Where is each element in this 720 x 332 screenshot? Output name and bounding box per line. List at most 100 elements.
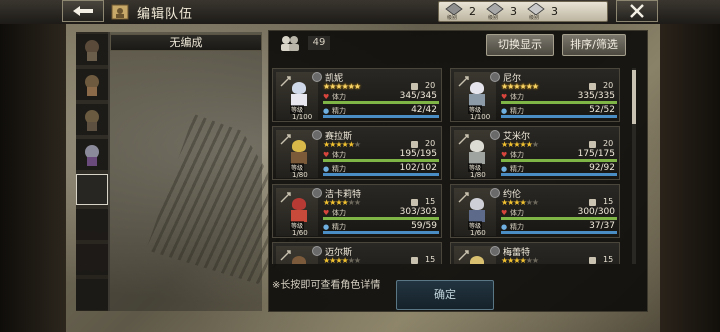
awakening-icon: [411, 83, 418, 90]
mp-label: 精力: [510, 165, 524, 173]
hp-row: ♥ 体力 335/335: [501, 91, 617, 105]
hp-label: 体力: [510, 209, 524, 217]
evolution-count: 15: [603, 255, 614, 264]
hp-label: 体力: [510, 93, 524, 101]
element-icon: [490, 72, 500, 82]
confirm-button[interactable]: 确定: [396, 280, 494, 310]
party-slot-7[interactable]: [76, 244, 108, 275]
currency-item-2: 级别 3: [486, 2, 517, 21]
heart-icon: ♥: [501, 209, 508, 217]
mp-value: 52/52: [589, 105, 615, 115]
mp-row: ● 精力 52/52: [501, 105, 617, 119]
currency-grade-label: 级别: [529, 14, 540, 21]
unit-card[interactable]: 等级 1/60 约伦 ★★★★★★ 15 ♥ 体力 300/300 ● 精力 3…: [450, 184, 620, 238]
drop-icon: ●: [501, 165, 508, 173]
element-icon: [490, 188, 500, 198]
level-value: 1/100: [470, 113, 491, 121]
hp-row: ♥ 体力 345/345: [323, 92, 439, 105]
mp-value: 42/42: [411, 105, 437, 115]
unit-card[interactable]: 等级 1/100 凯妮 ★★★★★★ 20 ♥ 体力 345/345 ● 精力 …: [272, 68, 442, 122]
mp-row: ● 精力 92/92: [501, 164, 617, 177]
hp-row: ♥ 体力 195/195: [323, 150, 439, 163]
party-slot-8[interactable]: [76, 279, 108, 310]
mp-bar: [323, 173, 439, 176]
right-frame: [660, 24, 720, 332]
unit-sprite-head: [470, 82, 484, 94]
currency-grade-label: 级别: [447, 14, 458, 21]
hp-value: 335/335: [577, 91, 615, 101]
evolution-count: 20: [603, 81, 614, 90]
party-slot-4[interactable]: [76, 139, 108, 170]
back-button[interactable]: [62, 0, 104, 22]
element-icon: [312, 72, 322, 82]
element-icon: [490, 246, 500, 256]
party-slot-1[interactable]: [76, 34, 108, 65]
evolution-count: 15: [603, 197, 614, 206]
hint-text: ※长按即可查看角色详情: [272, 280, 381, 291]
unit-card[interactable]: 等级 1/80 艾米尔 ★★★★★★ 20 ♥ 体力 175/175 ● 精力 …: [450, 126, 620, 180]
hp-row: ♥ 体力 300/300: [501, 208, 617, 221]
weapon-type-icon: [280, 76, 291, 87]
hp-bar: [323, 159, 439, 162]
weapon-type-icon: [280, 134, 291, 145]
back-arrow-icon: [73, 6, 93, 16]
level-value: 1/80: [470, 171, 486, 179]
unit-card[interactable]: 等级 1/60 梅蕾特 ★★★★★★ 15: [450, 242, 620, 264]
close-button[interactable]: [616, 0, 658, 22]
unit-card[interactable]: 等级 1/60 洁卡莉特 ★★★★★★ 15 ♥ 体力 303/303 ● 精力…: [272, 184, 442, 238]
party-edit-icon: [111, 4, 129, 20]
unit-sprite-head: [470, 256, 484, 264]
element-icon: [312, 246, 322, 256]
mp-row: ● 精力 59/59: [323, 221, 439, 235]
currency-value: 3: [510, 5, 517, 18]
rarity-stars: ★★★★★★: [501, 82, 539, 91]
hp-bar: [501, 217, 617, 220]
unit-list[interactable]: 等级 1/100 凯妮 ★★★★★★ 20 ♥ 体力 345/345 ● 精力 …: [272, 68, 628, 264]
unit-sprite-head: [470, 140, 484, 152]
mp-label: 精力: [332, 165, 346, 173]
evolution-count: 15: [425, 197, 436, 206]
unit-card[interactable]: 等级 1/80 赛拉斯 ★★★★★★ 20 ♥ 体力 195/195 ● 精力 …: [272, 126, 442, 180]
slot-unit-body: [87, 122, 97, 131]
heart-icon: ♥: [501, 93, 508, 101]
currency-item-3: 级别 3: [527, 2, 558, 21]
left-frame: [0, 24, 66, 332]
level-value: 1/60: [470, 229, 486, 237]
mp-bar: [323, 115, 439, 118]
mp-value: 102/102: [399, 163, 437, 173]
scroll-thumb[interactable]: [632, 70, 636, 124]
units-icon: [281, 36, 299, 51]
weapon-type-icon: [280, 250, 291, 261]
awakening-icon: [589, 199, 596, 206]
unit-card[interactable]: 等级 1/60 迈尔斯 ★★★★★★ 15: [272, 242, 442, 264]
party-slot-5[interactable]: [76, 174, 108, 205]
hp-row: ♥ 体力 175/175: [501, 150, 617, 163]
party-slot-2[interactable]: [76, 69, 108, 100]
unit-sprite-head: [292, 140, 306, 152]
party-slot-3[interactable]: [76, 104, 108, 135]
unit-sprite-head: [292, 82, 306, 94]
party-preview-panel: [110, 32, 262, 311]
hp-label: 体力: [332, 151, 346, 159]
heart-icon: ♥: [501, 151, 508, 159]
currency-value: 3: [551, 5, 558, 18]
unit-card[interactable]: 等级 1/100 尼尔 ★★★★★★ 20 ♥ 体力 335/335 ● 精力 …: [450, 68, 620, 122]
mp-value: 59/59: [411, 221, 437, 231]
slot-unit-body: [87, 52, 97, 61]
close-icon: [630, 4, 644, 18]
unit-sprite-head: [470, 198, 484, 210]
rarity-stars: ★★★★★★: [501, 256, 539, 264]
evolution-count: 20: [425, 139, 436, 148]
heart-icon: ♥: [323, 151, 330, 159]
slot-unit-body: [87, 157, 97, 166]
switch-display-button[interactable]: 切换显示: [486, 34, 554, 56]
mp-label: 精力: [510, 107, 524, 115]
party-slot-6[interactable]: [76, 209, 108, 240]
mp-bar: [323, 231, 439, 234]
rarity-stars: ★★★★★★: [323, 198, 361, 207]
list-scrollbar[interactable]: [632, 68, 636, 264]
unit-sprite-head: [292, 198, 306, 210]
hp-bar: [323, 101, 439, 104]
drop-icon: ●: [501, 223, 508, 231]
sort-filter-button[interactable]: 排序/筛选: [562, 34, 626, 56]
